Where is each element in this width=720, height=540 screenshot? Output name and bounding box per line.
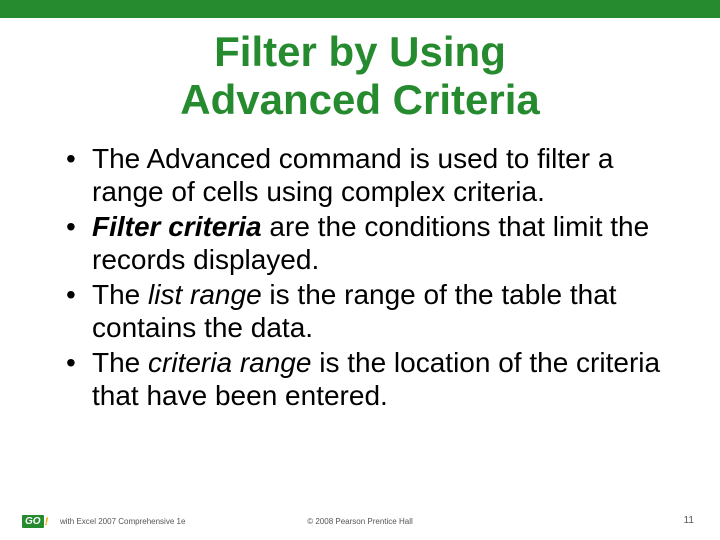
bullet-term: list range	[148, 279, 262, 310]
slide: Filter by Using Advanced Criteria The Ad…	[0, 0, 720, 540]
bullet-text: The	[92, 347, 148, 378]
bullet-text: The	[92, 279, 148, 310]
title-line-2: Advanced Criteria	[180, 76, 539, 123]
list-item: The Advanced command is used to filter a…	[60, 142, 680, 208]
list-item: Filter criteria are the conditions that …	[60, 210, 680, 276]
slide-title: Filter by Using Advanced Criteria	[0, 28, 720, 125]
bullet-term: criteria range	[148, 347, 311, 378]
top-stripe	[0, 0, 720, 18]
bullet-list: The Advanced command is used to filter a…	[60, 142, 680, 412]
title-line-1: Filter by Using	[214, 28, 506, 75]
list-item: The list range is the range of the table…	[60, 278, 680, 344]
page-number: 11	[684, 515, 694, 526]
bullet-term: Filter criteria	[92, 211, 262, 242]
bullet-text: The Advanced command is used to filter a…	[92, 143, 613, 207]
slide-body: The Advanced command is used to filter a…	[60, 142, 680, 414]
footer: GO! with Excel 2007 Comprehensive 1e © 2…	[0, 510, 720, 530]
list-item: The criteria range is the location of th…	[60, 346, 680, 412]
footer-center: © 2008 Pearson Prentice Hall	[0, 517, 720, 526]
